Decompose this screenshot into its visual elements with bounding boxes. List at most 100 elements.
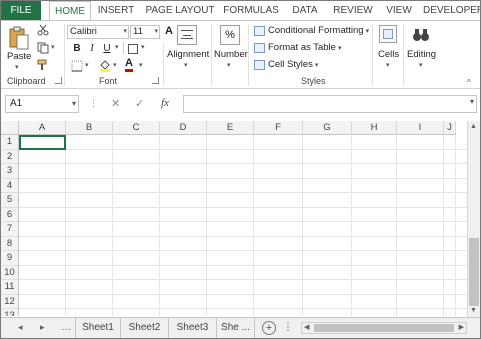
name-box[interactable]: A1 ▾ <box>5 95 79 113</box>
cell-styles-button[interactable]: Cell Styles ▾ <box>254 58 318 72</box>
row-header-4[interactable]: 4 <box>1 178 19 193</box>
row-header-8[interactable]: 8 <box>1 236 19 251</box>
add-sheet-icon[interactable]: + <box>262 321 276 335</box>
horizontal-scroll-thumb[interactable] <box>314 324 454 332</box>
column-header-f[interactable]: F <box>254 121 303 135</box>
row-header-10[interactable]: 10 <box>1 265 19 280</box>
sheet-tab-4[interactable]: She ... <box>217 318 255 338</box>
expand-formula-icon[interactable]: ▾ <box>470 97 474 106</box>
column-header-e[interactable]: E <box>207 121 254 135</box>
group-separator <box>163 43 164 86</box>
insert-function-icon[interactable]: fx <box>161 97 169 109</box>
divider <box>123 42 124 54</box>
borders-dropdown-icon[interactable]: ▾ <box>141 43 145 51</box>
more-options-icon[interactable]: ⋮ <box>283 322 293 333</box>
enter-icon[interactable]: ✓ <box>135 97 144 110</box>
paste-dropdown-icon: ▾ <box>15 64 19 71</box>
horizontal-scrollbar[interactable]: ◀ ▶ <box>301 322 467 334</box>
more-sheets-left-icon[interactable]: … <box>61 322 71 333</box>
tab-file[interactable]: FILE <box>1 1 41 20</box>
font-launcher-icon[interactable] <box>152 77 159 84</box>
copy-icon[interactable] <box>37 42 49 54</box>
row-header-2[interactable]: 2 <box>1 149 19 164</box>
group-separator <box>372 24 373 86</box>
column-header-a[interactable]: A <box>19 121 66 135</box>
cancel-icon[interactable]: ✕ <box>111 97 120 110</box>
vertical-scrollbar[interactable]: ▲ ▼ <box>467 121 480 317</box>
cut-icon[interactable] <box>37 24 49 36</box>
column-header-c[interactable]: C <box>113 121 160 135</box>
sheet-tab-2[interactable]: Sheet2 <box>121 318 169 338</box>
scroll-down-icon[interactable]: ▼ <box>470 307 477 314</box>
font-family-combo[interactable]: Calibri ▾ <box>67 25 129 39</box>
collapse-ribbon-icon[interactable]: ^ <box>467 78 471 87</box>
column-header-d[interactable]: D <box>160 121 207 135</box>
tab-home[interactable]: HOME <box>49 1 91 21</box>
clipboard-launcher-icon[interactable] <box>55 77 62 84</box>
vertical-scroll-thumb[interactable] <box>469 238 479 306</box>
more-options-icon[interactable]: ⋮ <box>89 98 98 109</box>
tab-data[interactable]: DATA <box>287 1 323 20</box>
select-all-corner[interactable] <box>1 121 19 135</box>
row-header-7[interactable]: 7 <box>1 222 19 237</box>
column-header-j[interactable]: J <box>444 121 456 135</box>
format-as-table-label: Format as Table <box>268 42 336 53</box>
column-header-g[interactable]: G <box>303 121 352 135</box>
row-header-12[interactable]: 12 <box>1 294 19 309</box>
italic-button[interactable]: I <box>86 42 98 55</box>
row-header-6[interactable]: 6 <box>1 207 19 222</box>
column-header-i[interactable]: I <box>397 121 444 135</box>
chevron-down-icon: ▾ <box>227 62 231 69</box>
scroll-left-icon[interactable]: ◀ <box>304 323 309 333</box>
scroll-right-icon[interactable]: ▶ <box>459 323 464 333</box>
ribbon-home: Paste ▾ ▾ Clipboard Calibri ▾ 11 ▾ A A B… <box>1 20 480 89</box>
gridline-horizontal <box>19 293 467 295</box>
worksheet-grid[interactable]: A B C D E F G H I J 1 2 3 4 5 6 7 8 9 10 11 12 13 <box>1 121 467 316</box>
tab-formulas[interactable]: FORMULAS <box>223 1 279 20</box>
borders-bottom-dropdown-icon[interactable]: ▾ <box>85 61 89 69</box>
row-header-1[interactable]: 1 <box>1 135 19 150</box>
tab-page-layout[interactable]: PAGE LAYOUT <box>145 1 215 20</box>
underline-button[interactable]: U <box>101 42 113 55</box>
row-header-5[interactable]: 5 <box>1 193 19 208</box>
previous-sheet-icon[interactable]: ◂ <box>18 322 23 333</box>
sheet-tab-bar: ◂ ▸ … Sheet1 Sheet2 Sheet3 She ... + ⋮ ◀… <box>1 317 480 338</box>
borders-icon[interactable] <box>128 44 138 54</box>
fill-color-icon[interactable] <box>99 59 111 71</box>
percent-icon: % <box>220 25 240 45</box>
grow-font-icon[interactable]: A <box>165 25 173 37</box>
gridline-horizontal <box>19 148 467 150</box>
format-painter-icon[interactable] <box>37 59 49 71</box>
copy-dropdown-icon[interactable]: ▾ <box>51 43 55 51</box>
borders-bottom-icon[interactable] <box>71 60 83 72</box>
gridline-horizontal <box>19 279 467 280</box>
conditional-formatting-button[interactable]: Conditional Formatting ▾ <box>254 24 369 38</box>
scroll-up-icon[interactable]: ▲ <box>470 123 477 130</box>
font-size-combo[interactable]: 11 ▾ <box>130 25 160 39</box>
tab-review[interactable]: REVIEW <box>331 1 375 20</box>
column-header-b[interactable]: B <box>66 121 113 135</box>
underline-dropdown-icon[interactable]: ▾ <box>115 43 119 51</box>
fill-color-dropdown-icon[interactable]: ▾ <box>113 61 117 69</box>
styles-group-label: Styles <box>301 76 326 86</box>
tab-insert[interactable]: INSERT <box>95 1 137 20</box>
tab-developer[interactable]: DEVELOPER <box>423 1 480 20</box>
bold-button[interactable]: B <box>71 42 83 55</box>
group-separator <box>403 24 404 86</box>
sheet-tab-3[interactable]: Sheet3 <box>169 318 217 338</box>
sheet-tab-1[interactable]: Sheet1 <box>75 318 121 338</box>
row-header-11[interactable]: 11 <box>1 280 19 295</box>
formula-input[interactable]: ▾ <box>183 95 477 113</box>
row-header-9[interactable]: 9 <box>1 251 19 266</box>
format-as-table-button[interactable]: Format as Table ▾ <box>254 41 341 55</box>
row-header-3[interactable]: 3 <box>1 164 19 179</box>
font-color-dropdown-icon[interactable]: ▾ <box>139 61 143 69</box>
column-header-h[interactable]: H <box>352 121 397 135</box>
gridline-horizontal <box>19 250 467 251</box>
font-color-icon[interactable]: A <box>125 58 133 72</box>
row-header-13[interactable]: 13 <box>1 309 19 316</box>
selected-cell-a1[interactable] <box>19 135 66 150</box>
paste-icon <box>9 26 29 50</box>
tab-view[interactable]: VIEW <box>383 1 415 20</box>
next-sheet-icon[interactable]: ▸ <box>40 322 45 333</box>
